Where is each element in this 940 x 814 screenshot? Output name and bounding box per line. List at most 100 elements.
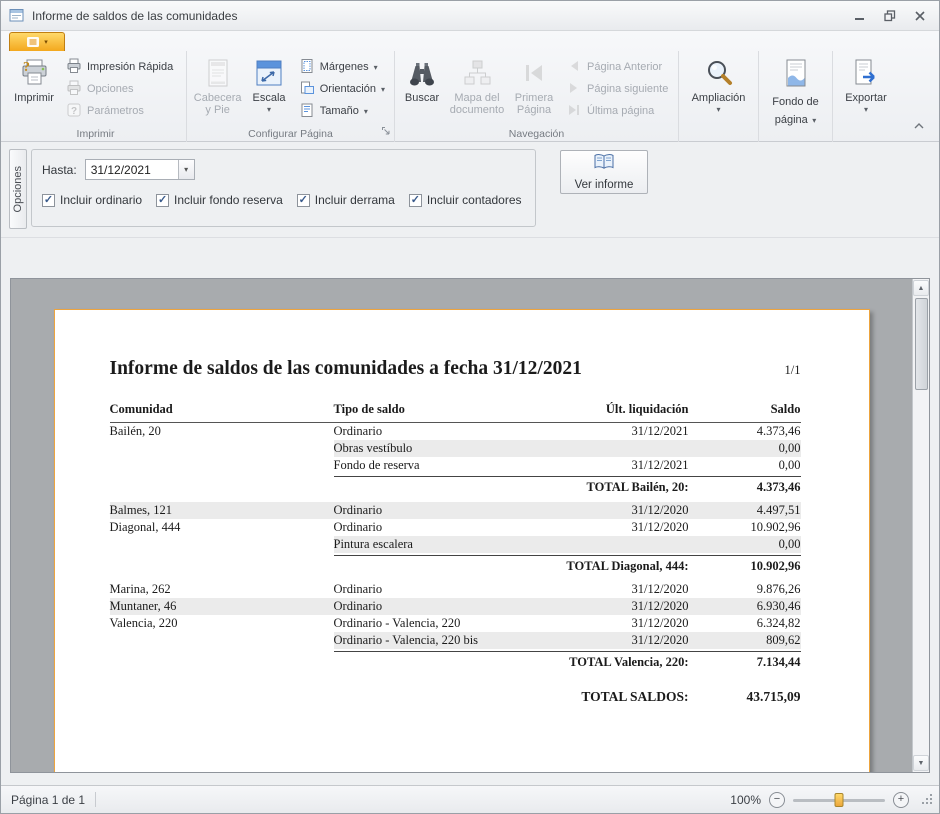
opciones-label: Opciones: [87, 83, 133, 95]
first-page-icon: [518, 57, 550, 89]
checkbox-box[interactable]: ✓: [42, 194, 55, 207]
close-button[interactable]: [905, 5, 935, 27]
chevron-down-icon: ▾: [812, 116, 816, 125]
binoculars-icon: [406, 57, 438, 89]
svg-text:?: ?: [71, 106, 77, 117]
chevron-down-icon: ▾: [184, 166, 188, 174]
impresion-rapida-button[interactable]: Impresión Rápida: [60, 56, 179, 78]
ultima-pagina-button: Última página: [560, 100, 674, 122]
report-data-row: Muntaner, 46Ordinario31/12/20206.930,46: [110, 598, 801, 615]
pagina-siguiente-button: Página siguiente: [560, 78, 674, 100]
chevron-up-icon: [914, 123, 924, 129]
page-size-icon: [299, 102, 315, 121]
buscar-label: Buscar: [405, 92, 439, 104]
report-data-row: Ordinario - Valencia, 220 bis31/12/20208…: [110, 632, 801, 649]
page-count-text: Página 1 de 1: [11, 793, 85, 807]
ribbon-group-fondo: Fondo de página ▾: [759, 51, 833, 142]
export-icon: [850, 57, 882, 89]
escala-label: Escala: [252, 92, 285, 104]
checkbox-label: Incluir ordinario: [60, 193, 142, 207]
app-window: Informe de saldos de las comunidades ▾ ?…: [0, 0, 940, 814]
group-label-empty: [680, 127, 757, 142]
header-footer-icon: [202, 57, 234, 89]
scroll-down-button[interactable]: ▼: [913, 755, 929, 771]
report-data-row: Fondo de reserva31/12/20210,00: [110, 457, 801, 474]
parametros-button: ? Parámetros: [60, 100, 179, 122]
checkbox-box[interactable]: ✓: [156, 194, 169, 207]
vertical-scrollbar[interactable]: ▲ ▼: [912, 279, 929, 772]
report-total-row: TOTAL Diagonal, 444:10.902,96: [110, 555, 801, 574]
minimize-button[interactable]: [845, 5, 875, 27]
next-page-icon: [566, 80, 582, 99]
zoom-out-button[interactable]: −: [769, 792, 785, 808]
restore-button[interactable]: [875, 5, 905, 27]
scrollbar-thumb[interactable]: [915, 298, 928, 390]
report-data-row: Balmes, 121Ordinario31/12/20204.497,51: [110, 502, 801, 519]
report-page-indicator: 1/1: [785, 363, 801, 378]
combo-dropdown-button[interactable]: ▾: [178, 160, 194, 179]
tamano-label: Tamaño: [320, 105, 359, 117]
chevron-down-icon: ▾: [864, 105, 868, 114]
options-group-box: Hasta: 31/12/2021 ▾ ✓Incluir ordinario✓I…: [31, 149, 536, 227]
fondo-pagina-button[interactable]: Fondo de página ▾: [764, 53, 828, 130]
last-page-icon: [566, 102, 582, 121]
ver-informe-button[interactable]: Ver informe: [560, 150, 648, 194]
hasta-date-combo[interactable]: 31/12/2021 ▾: [85, 159, 195, 180]
scroll-up-button[interactable]: ▲: [913, 280, 929, 296]
margins-icon: [299, 58, 315, 77]
report-total-row: TOTAL Bailén, 20:4.373,46: [110, 476, 801, 495]
report-total-row: TOTAL Valencia, 220:7.134,44: [110, 651, 801, 670]
grand-total-label: TOTAL SALDOS:: [334, 689, 689, 705]
collapse-ribbon-button[interactable]: [909, 118, 929, 134]
tamano-button[interactable]: Tamaño ▾: [293, 100, 391, 122]
chevron-down-icon: ▾: [267, 105, 271, 114]
window-title: Informe de saldos de las comunidades: [32, 9, 845, 23]
opciones-button: Opciones: [60, 78, 179, 100]
primera-pagina-button: Primera Página: [508, 53, 560, 127]
ampliacion-button[interactable]: Ampliación ▾: [685, 53, 753, 127]
report-page: Informe de saldos de las comunidades a f…: [54, 309, 870, 772]
magnifier-icon: [703, 57, 735, 89]
ultima-pagina-label: Última página: [587, 105, 654, 117]
resize-grip[interactable]: [921, 793, 934, 806]
checkbox-box[interactable]: ✓: [409, 194, 422, 207]
margenes-label: Márgenes: [320, 61, 369, 73]
app-menu-button[interactable]: ▾: [9, 32, 65, 51]
pagina-anterior-label: Página Anterior: [587, 61, 662, 73]
col-header-saldo: Saldo: [689, 402, 801, 417]
preview-viewport[interactable]: Informe de saldos de las comunidades a f…: [11, 279, 912, 772]
ribbon-group-navegacion: Buscar Mapa del documento Primera Página: [395, 51, 679, 142]
report-data-row: Bailén, 20Ordinario31/12/20214.373,46: [110, 423, 801, 440]
impresion-rapida-label: Impresión Rápida: [87, 61, 173, 73]
checkbox-incluir-fondo-reserva[interactable]: ✓Incluir fondo reserva: [156, 193, 283, 207]
page-background-icon: [780, 57, 812, 89]
zoom-slider-thumb[interactable]: [835, 793, 844, 807]
checkbox-incluir-contadores[interactable]: ✓Incluir contadores: [409, 193, 522, 207]
primera-pagina-label: Primera Página: [511, 92, 557, 116]
hasta-date-value: 31/12/2021: [86, 160, 178, 179]
imprimir-button[interactable]: ? Imprimir: [8, 53, 60, 127]
grand-total-value: 43.715,09: [689, 689, 801, 705]
escala-button[interactable]: Escala ▾: [245, 53, 292, 127]
report-data-row: Pintura escalera0,00: [110, 536, 801, 553]
checkbox-incluir-ordinario[interactable]: ✓ Incluir ordinario: [42, 193, 142, 207]
options-checkboxes: ✓ Incluir ordinario ✓Incluir fondo reserva…: [42, 193, 525, 207]
mapa-documento-button: Mapa del documento: [446, 53, 508, 127]
group-label-empty: [760, 130, 831, 142]
checkbox-incluir-derrama[interactable]: ✓Incluir derrama: [297, 193, 395, 207]
zoom-slider[interactable]: [793, 792, 885, 808]
exportar-button[interactable]: Exportar ▾: [838, 53, 894, 127]
zoom-in-button[interactable]: +: [893, 792, 909, 808]
chevron-down-icon: ▾: [716, 105, 720, 114]
checkbox-box[interactable]: ✓: [297, 194, 310, 207]
orientacion-button[interactable]: Orientación ▾: [293, 78, 391, 100]
report-data-row: Diagonal, 444Ordinario31/12/202010.902,9…: [110, 519, 801, 536]
options-tab[interactable]: Opciones: [9, 149, 27, 229]
parametros-label: Parámetros: [87, 105, 144, 117]
margenes-button[interactable]: Márgenes ▾: [293, 56, 391, 78]
ver-informe-label: Ver informe: [575, 179, 634, 191]
report-book-icon: [593, 153, 615, 176]
dialog-launcher-icon[interactable]: [381, 126, 391, 140]
scale-icon: [253, 57, 285, 89]
buscar-button[interactable]: Buscar: [398, 53, 446, 127]
